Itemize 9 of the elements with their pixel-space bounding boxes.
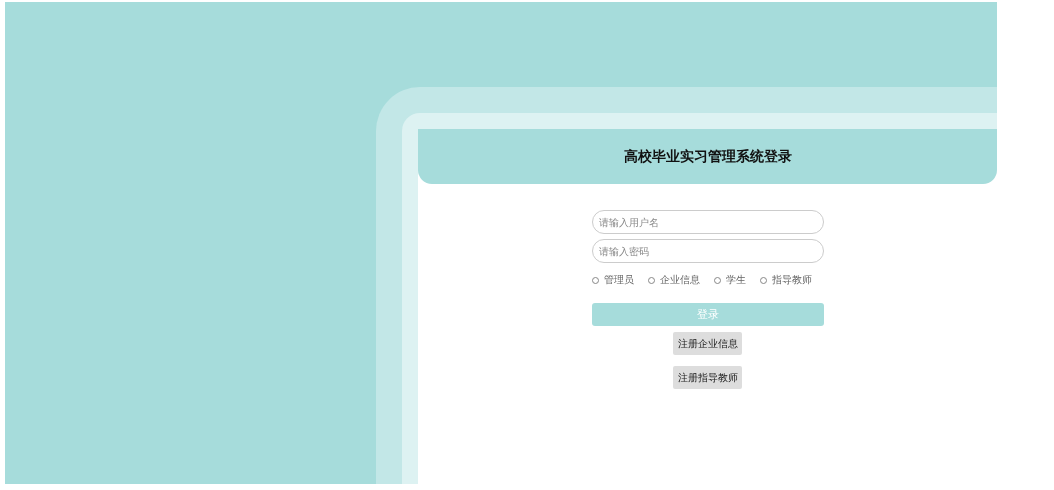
role-radio[interactable]: 指导教师: [759, 273, 812, 287]
password-field[interactable]: 请输入密码: [591, 239, 824, 263]
register-button[interactable]: 注册企业信息: [673, 332, 742, 355]
username-field[interactable]: 请输入用户名: [591, 210, 824, 234]
register-button[interactable]: 注册指导教师: [673, 366, 742, 389]
login-title: 高校毕业实习管理系统登录: [623, 147, 792, 166]
role-radio[interactable]: 管理员: [591, 273, 634, 287]
role-radio[interactable]: 企业信息: [647, 273, 700, 287]
role-radio[interactable]: 学生: [713, 273, 746, 287]
